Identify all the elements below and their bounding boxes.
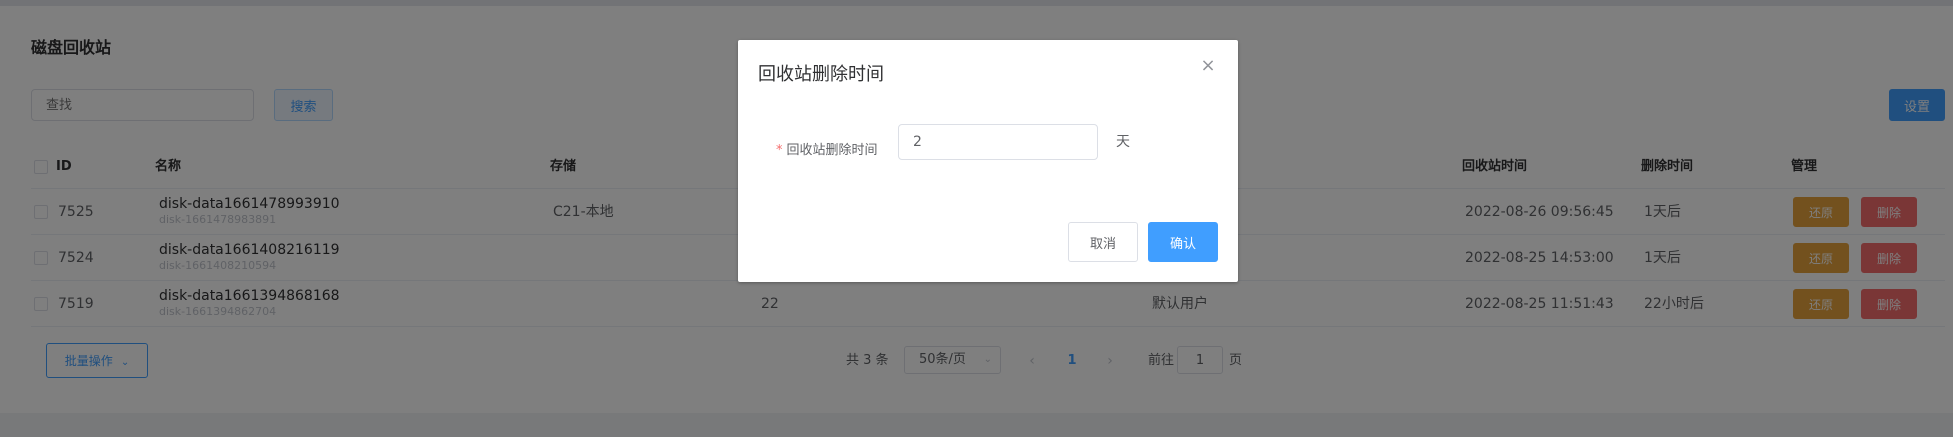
confirm-button[interactable]: 确认 [1148, 222, 1218, 262]
delete-time-dialog: 回收站删除时间 × *回收站删除时间 天 取消 确认 [738, 40, 1238, 282]
required-mark: * [776, 143, 783, 158]
delete-days-input[interactable] [898, 124, 1098, 160]
form-label-text: 回收站删除时间 [786, 143, 878, 158]
dialog-title: 回收站删除时间 [758, 64, 884, 85]
close-icon[interactable]: × [1198, 56, 1218, 76]
unit-label: 天 [1116, 134, 1130, 150]
cancel-button[interactable]: 取消 [1068, 222, 1138, 262]
form-label: * 回收站删除时间 [776, 133, 878, 169]
